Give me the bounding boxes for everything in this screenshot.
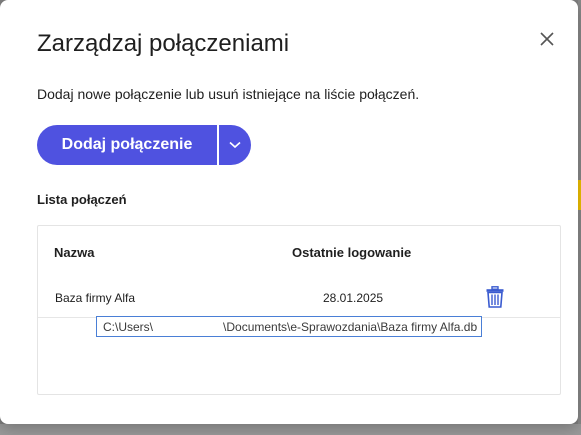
chevron-down-icon bbox=[229, 141, 241, 149]
column-header-last-login[interactable]: Ostatnie logowanie bbox=[292, 245, 411, 260]
connection-name: Baza firmy Alfa bbox=[55, 291, 136, 305]
manage-connections-dialog: Zarządzaj połączeniami Dodaj nowe połącz… bbox=[0, 0, 578, 424]
add-connection-dropdown-button[interactable] bbox=[219, 125, 251, 165]
close-button[interactable] bbox=[536, 28, 558, 50]
table-row[interactable]: Baza firmy Alfa 28.01.2025 bbox=[38, 274, 560, 318]
connection-last-login: 28.01.2025 bbox=[323, 291, 384, 305]
path-tooltip-redacted bbox=[153, 319, 224, 334]
dialog-description: Dodaj nowe połączenie lub usuń istniejąc… bbox=[37, 86, 420, 102]
connections-list: Nazwa Ostatnie logowanie Baza firmy Alfa… bbox=[37, 225, 561, 395]
path-tooltip-start: C:\Users\ bbox=[103, 319, 154, 334]
trash-icon bbox=[486, 286, 504, 308]
dialog-title: Zarządzaj połączeniami bbox=[37, 30, 290, 57]
add-connection-button[interactable]: Dodaj połączenie bbox=[37, 125, 217, 165]
path-tooltip-end: \Documents\e-Sprawozdania\Baza firmy Alf… bbox=[223, 319, 478, 334]
close-icon bbox=[540, 32, 554, 46]
connections-list-title: Lista połączeń bbox=[37, 192, 127, 207]
column-header-name[interactable]: Nazwa bbox=[54, 245, 94, 260]
path-tooltip: C:\Users\ \Documents\e-Sprawozdania\Baza… bbox=[96, 316, 482, 337]
background-footer-strip bbox=[0, 424, 581, 435]
delete-connection-button[interactable] bbox=[483, 284, 507, 310]
add-connection-split-button: Dodaj połączenie bbox=[37, 125, 251, 165]
